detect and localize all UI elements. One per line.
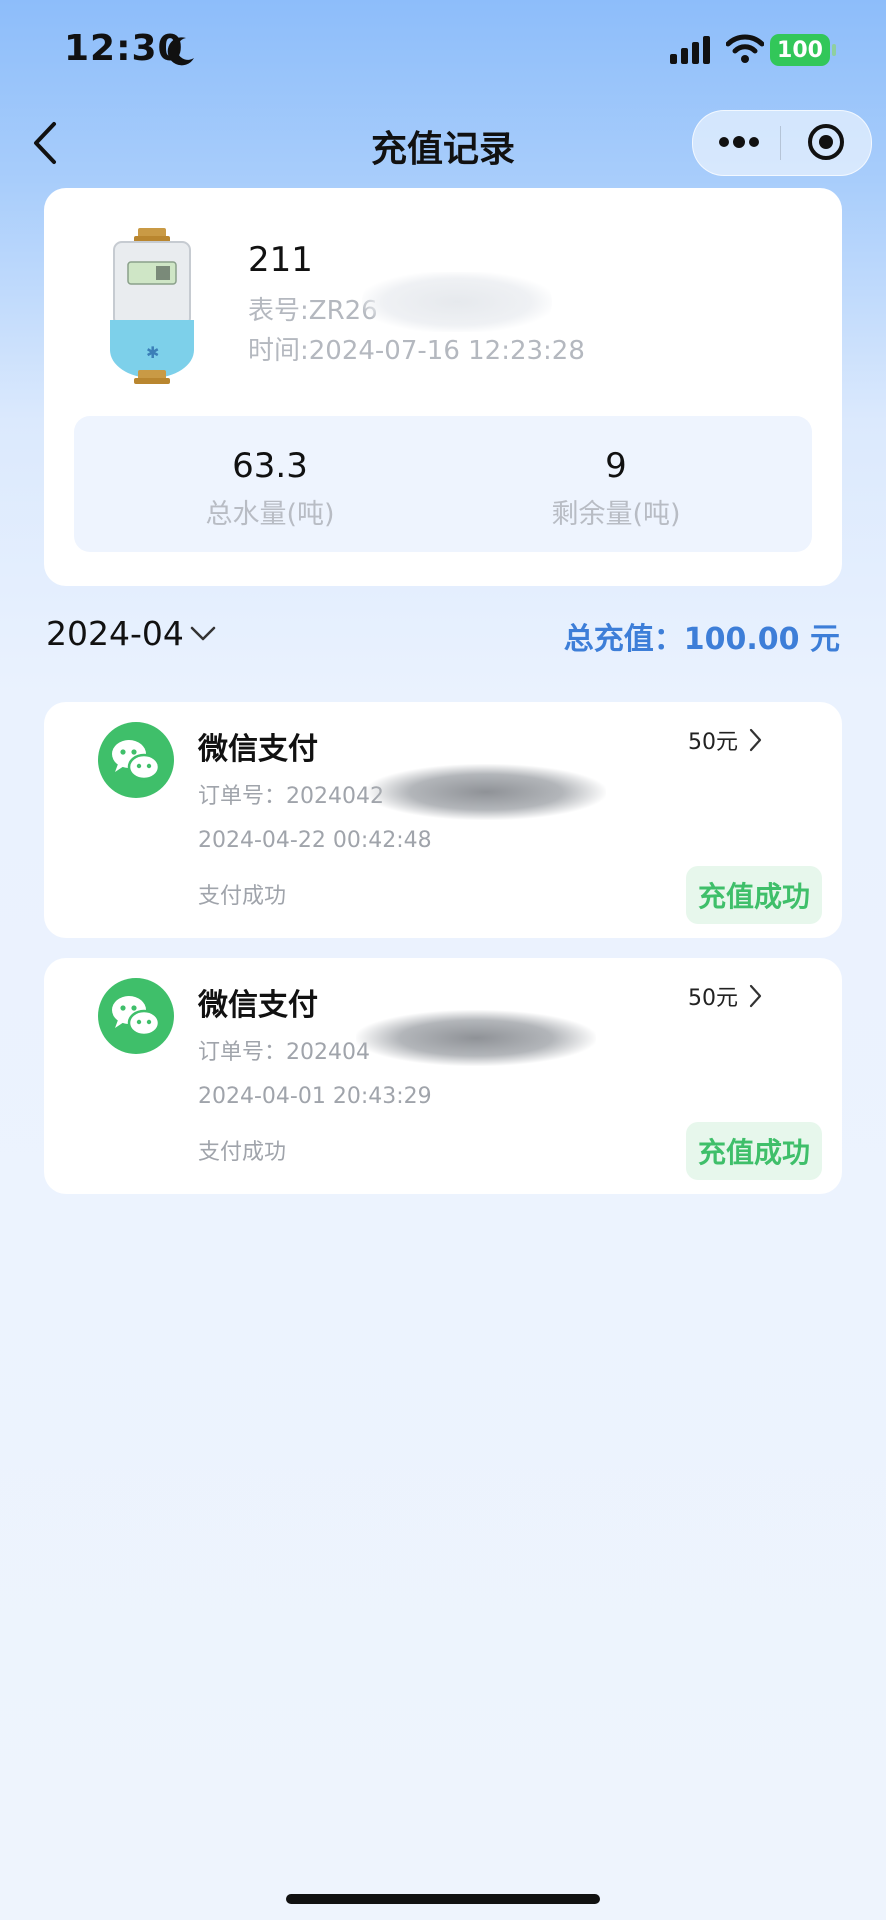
svg-text:✱: ✱: [146, 343, 159, 362]
chevron-right-icon: [749, 728, 762, 752]
wifi-icon: [726, 34, 764, 63]
record-amount: 50元: [688, 986, 738, 1011]
month-value: 2024-04: [46, 614, 184, 653]
month-selector[interactable]: 2024-04: [46, 614, 216, 653]
payment-method: 微信支付: [198, 732, 318, 767]
total-recharge-amount: 总充值：100.00 元: [563, 622, 840, 657]
record-amount-link[interactable]: 50元: [688, 980, 762, 1012]
moon-icon: [167, 37, 194, 66]
battery-indicator: 100: [770, 34, 830, 66]
recharge-status-badge: 充值成功: [686, 866, 822, 924]
wechat-pay-icon: [98, 722, 174, 798]
redaction-smudge: [356, 1010, 596, 1066]
wechat-pay-icon: [98, 978, 174, 1054]
redaction-smudge: [366, 764, 606, 820]
device-name: 211: [248, 240, 313, 280]
signal-icon: [670, 36, 710, 64]
remaining-water-value: 9: [605, 446, 627, 486]
meter-number: 表号:ZR26: [248, 296, 378, 326]
payment-status: 支付成功: [198, 1140, 287, 1165]
battery-tip: [832, 44, 836, 56]
redaction-smudge: [362, 272, 552, 332]
water-meter-image: ✱: [110, 228, 194, 384]
total-water-value: 63.3: [232, 446, 308, 486]
record-amount-link[interactable]: 50元: [688, 724, 762, 756]
payment-status: 支付成功: [198, 884, 287, 909]
home-indicator: [286, 1894, 600, 1904]
total-water-label: 总水量(吨): [205, 499, 335, 530]
capsule-divider: [780, 126, 781, 160]
chevron-right-icon: [749, 984, 762, 1008]
chevron-down-icon: [190, 626, 216, 640]
recharge-status-badge: 充值成功: [686, 1122, 822, 1180]
payment-date: 2024-04-22 00:42:48: [198, 828, 432, 853]
payment-method: 微信支付: [198, 988, 318, 1023]
remaining-water-label: 剩余量(吨): [551, 499, 681, 530]
more-icon[interactable]: [716, 126, 762, 158]
order-number: 订单号：202404: [198, 1040, 370, 1065]
payment-date: 2024-04-01 20:43:29: [198, 1084, 432, 1109]
record-amount: 50元: [688, 730, 738, 755]
order-number: 订单号：2024042: [198, 784, 384, 809]
close-target-icon[interactable]: [806, 122, 846, 162]
device-time: 时间:2024-07-16 12:23:28: [248, 336, 585, 366]
